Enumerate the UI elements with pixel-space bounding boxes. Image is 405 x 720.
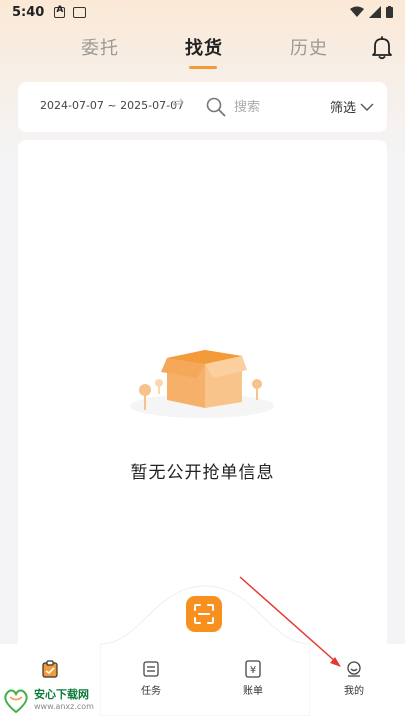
nav-label-mine: 我的 bbox=[344, 686, 364, 697]
tab-find-goods[interactable]: 找货 bbox=[185, 34, 223, 60]
nav-label-tasks: 任务 bbox=[141, 686, 161, 697]
bill-icon: ¥ bbox=[245, 660, 261, 678]
search-input[interactable] bbox=[234, 96, 324, 118]
nav-item-bills[interactable]: ¥ 账单 bbox=[223, 660, 283, 697]
status-bar: 5:40 bbox=[0, 0, 405, 24]
nav-item-mine[interactable]: 我的 bbox=[324, 660, 384, 697]
notification-card-icon bbox=[73, 6, 87, 18]
nav-item-home[interactable] bbox=[20, 660, 80, 682]
chevron-down-icon bbox=[360, 103, 374, 111]
tab-entrust[interactable]: 委托 bbox=[81, 34, 119, 60]
filter-button[interactable]: 筛选 bbox=[330, 97, 374, 116]
date-range-picker[interactable]: 2024-07-07 ~ 2025-07-07 bbox=[40, 99, 184, 112]
tab-history[interactable]: 历史 bbox=[290, 34, 328, 60]
swap-icon[interactable]: ⇌ bbox=[172, 95, 184, 111]
scan-button[interactable] bbox=[186, 596, 222, 632]
notification-a-icon bbox=[54, 5, 66, 18]
search-icon bbox=[206, 97, 226, 117]
active-tab-indicator bbox=[189, 66, 217, 69]
battery-icon bbox=[386, 6, 393, 18]
nav-label-bills: 账单 bbox=[243, 686, 263, 697]
signal-icon bbox=[369, 6, 381, 18]
empty-state-message: 暂无公开抢单信息 bbox=[130, 463, 275, 483]
header-gradient bbox=[0, 0, 405, 160]
top-tabs: 委托 找货 历史 bbox=[0, 28, 405, 72]
bell-icon[interactable] bbox=[371, 36, 393, 60]
svg-text:¥: ¥ bbox=[250, 665, 256, 676]
filter-label: 筛选 bbox=[330, 101, 357, 116]
watermark-url: www.anxz.com bbox=[34, 702, 94, 711]
watermark-logo-icon bbox=[4, 689, 28, 714]
nav-item-tasks[interactable]: 任务 bbox=[121, 660, 181, 697]
scan-icon bbox=[194, 604, 214, 624]
wifi-icon bbox=[350, 6, 364, 17]
clipboard-icon bbox=[42, 660, 58, 678]
watermark-title: 安心下载网 bbox=[34, 688, 89, 701]
task-list-icon bbox=[143, 661, 159, 677]
filter-bar: 2024-07-07 ~ 2025-07-07 ⇌ 筛选 bbox=[18, 82, 387, 132]
user-icon bbox=[347, 661, 361, 677]
status-time: 5:40 bbox=[12, 4, 45, 20]
watermark: 安心下载网 www.anxz.com bbox=[0, 684, 120, 716]
empty-box-illustration bbox=[130, 350, 274, 418]
